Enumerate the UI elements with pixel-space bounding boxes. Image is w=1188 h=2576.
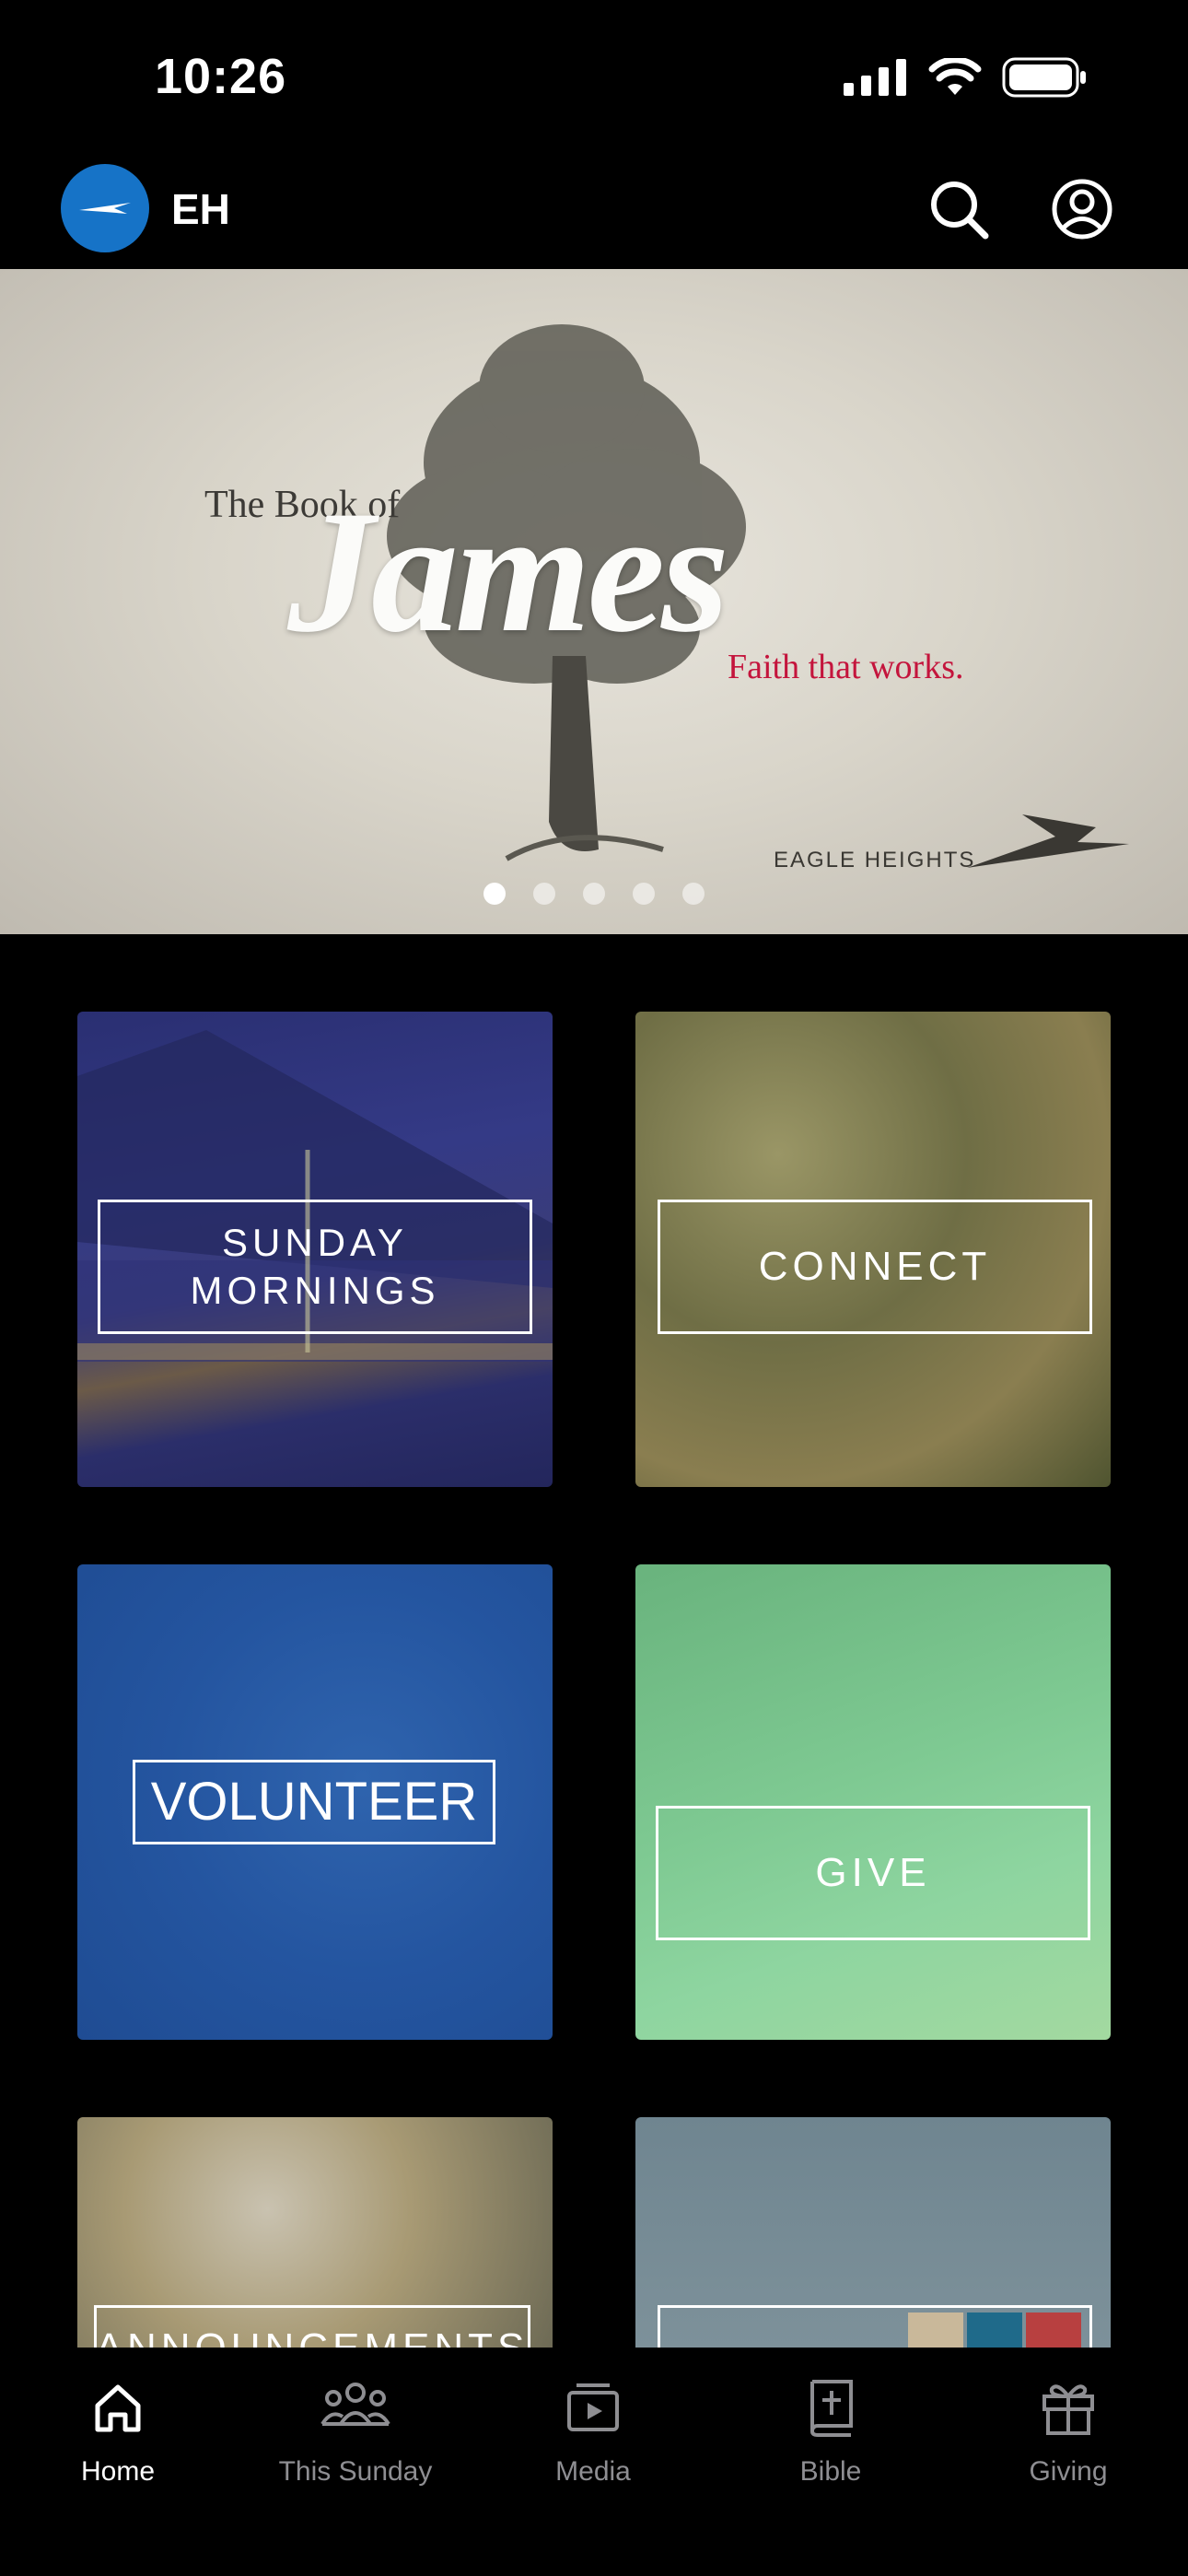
tab-giving[interactable]: Giving [967,2366,1170,2488]
tile-give[interactable]: GIVE [635,1564,1111,2040]
hero-subtitle: Faith that works. [728,648,964,686]
home-icon [95,2384,141,2432]
tile-label-text: CONNECT [758,1244,992,1289]
carousel-dot[interactable] [533,883,555,905]
eagle-logo-icon[interactable] [61,164,149,252]
media-icon [567,2383,619,2431]
status-time: 10:26 [155,49,287,104]
battery-icon [1002,57,1086,98]
tab-label: This Sunday [278,2456,433,2487]
carousel-dot[interactable] [633,883,655,905]
tab-label: Home [80,2456,156,2487]
search-icon[interactable] [926,177,991,241]
tab-media[interactable]: Media [492,2366,694,2488]
tab-label: Bible [799,2456,862,2487]
gift-icon [1042,2384,1094,2435]
tab-this-sunday[interactable]: This Sunday [254,2366,457,2488]
tile-announcements[interactable]: ANNOUNCEMENTS [77,2117,553,2348]
hero-banner[interactable]: The Book of James Faith that works. EAGL… [0,269,1188,934]
carousel-dot[interactable] [583,883,605,905]
tile-label: GIVE [656,1806,1090,1940]
status-icons [844,57,1087,98]
hero-title: James [287,475,729,669]
tile-label-text: ANNOUNCEMENTS [96,2324,530,2348]
app-header: EH [0,157,1188,269]
brand-name[interactable]: EH [171,184,230,234]
account-icon[interactable] [1050,177,1114,241]
hero-org-name: EAGLE HEIGHTS [774,848,976,872]
tile-sunday-mornings[interactable]: SUNDAY MORNINGS [77,1012,553,1487]
signal-icon [844,59,906,96]
eagle-mark-icon [967,814,1129,868]
tile-label [658,2305,1092,2348]
tile-label-text: GIVE [815,1850,931,1895]
tile-label: VOLUNTEER [133,1760,495,1844]
tab-bible[interactable]: Bible [729,2366,932,2488]
carousel-dots [0,883,1188,905]
tab-label: Media [555,2456,631,2487]
tile-label-text: SUNDAY MORNINGS [190,1221,440,1312]
people-icon [320,2383,390,2426]
status-bar: 10:26 [0,0,1188,157]
bible-icon [809,2380,853,2437]
carousel-dot[interactable] [483,883,506,905]
tab-label: Giving [1029,2456,1108,2487]
tile-6[interactable] [635,2117,1111,2348]
tab-home[interactable]: Home [17,2366,219,2488]
tile-volunteer[interactable]: VOLUNTEER [77,1564,553,2040]
tile-label: SUNDAY MORNINGS [98,1200,532,1334]
tile-label: ANNOUNCEMENTS [94,2305,530,2348]
tile-label-text: VOLUNTEER [150,1772,478,1832]
tab-bar: Home This Sunday Media Bible Giving [0,2348,1188,2576]
wifi-icon [928,58,982,95]
carousel-dot[interactable] [682,883,705,905]
tile-label: CONNECT [658,1200,1092,1334]
tile-connect[interactable]: CONNECT [635,1012,1111,1487]
